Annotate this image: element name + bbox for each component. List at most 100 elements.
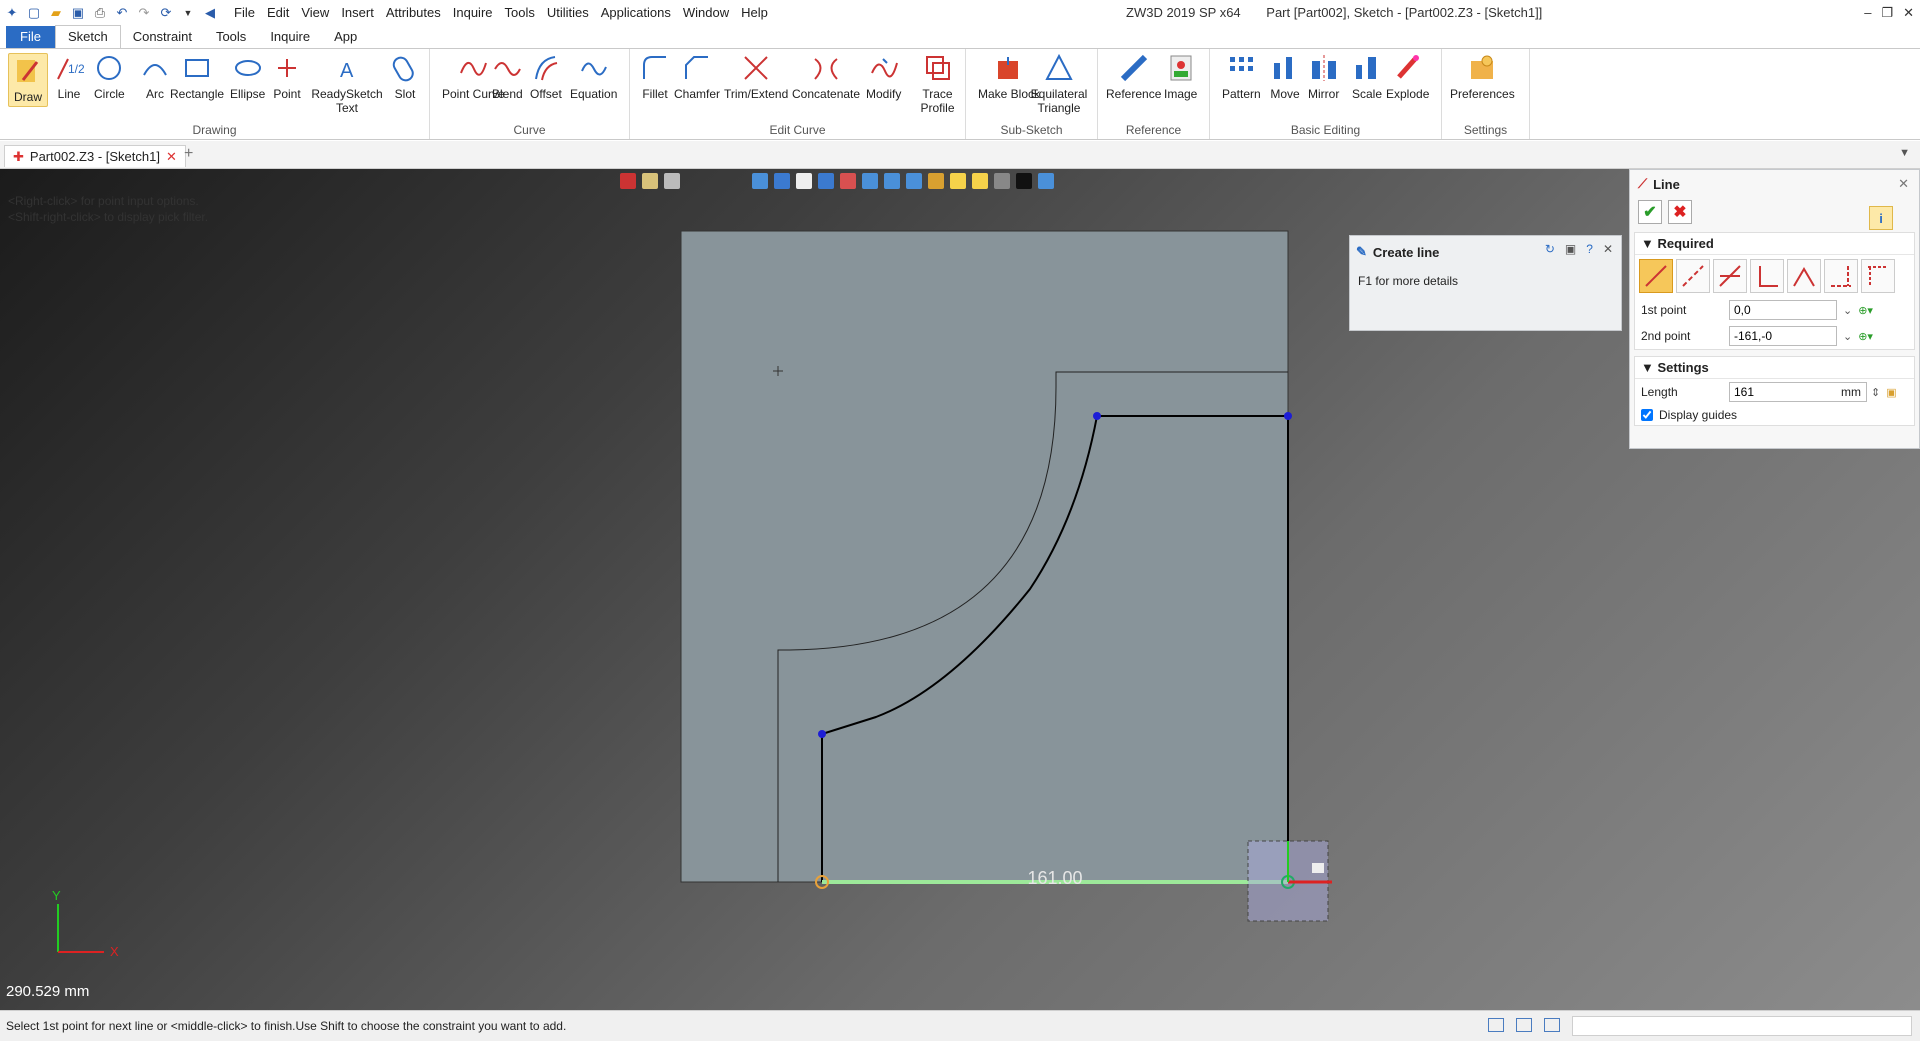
- angle-line-icon: [1719, 265, 1741, 287]
- redo-icon[interactable]: ↷: [136, 5, 152, 21]
- image-button[interactable]: Image: [1164, 53, 1197, 101]
- pin-panel-icon[interactable]: ▣: [1565, 242, 1576, 256]
- circle-button[interactable]: Circle: [94, 53, 125, 101]
- pattern-button[interactable]: Pattern: [1222, 53, 1261, 101]
- command-input[interactable]: [1572, 1016, 1912, 1036]
- reference-button[interactable]: Reference: [1106, 53, 1161, 101]
- tab-inquire[interactable]: Inquire: [258, 26, 322, 48]
- rectangle-button[interactable]: Rectangle: [170, 53, 224, 101]
- fillet-button[interactable]: Fillet: [640, 53, 670, 101]
- required-header[interactable]: ▼ Required: [1635, 233, 1914, 255]
- menu-help[interactable]: Help: [735, 1, 774, 25]
- draw-button[interactable]: Draw: [8, 53, 48, 107]
- menu-inquire[interactable]: Inquire: [447, 1, 499, 25]
- chamfer-button[interactable]: Chamfer: [674, 53, 720, 101]
- first-point-input[interactable]: [1729, 300, 1837, 320]
- move-button[interactable]: Move: [1270, 53, 1300, 101]
- mode-bisector[interactable]: [1787, 259, 1821, 293]
- mode-parallel[interactable]: [1676, 259, 1710, 293]
- mirror-button[interactable]: Mirror: [1308, 53, 1339, 101]
- dropdown-icon[interactable]: ▼: [180, 5, 196, 21]
- save-icon[interactable]: ▣: [70, 5, 86, 21]
- offset-button[interactable]: Offset: [530, 53, 562, 101]
- undo-icon[interactable]: ↶: [114, 5, 130, 21]
- mode-angle[interactable]: [1713, 259, 1747, 293]
- menu-applications[interactable]: Applications: [595, 1, 677, 25]
- tab-tools[interactable]: Tools: [204, 26, 258, 48]
- monitor-icon[interactable]: [1516, 1018, 1532, 1032]
- create-line-tip: ✎ Create line ↻ ▣ ? ✕ F1 for more detail…: [1349, 235, 1622, 331]
- tab-constraint[interactable]: Constraint: [121, 26, 204, 48]
- back-icon[interactable]: ◀: [202, 5, 218, 21]
- spinner-icon[interactable]: ⇕: [1871, 386, 1880, 399]
- scale-button[interactable]: Scale: [1352, 53, 1382, 101]
- menu-edit[interactable]: Edit: [261, 1, 295, 25]
- arc-icon: [143, 64, 167, 76]
- concatenate-button[interactable]: Concatenate: [792, 53, 860, 101]
- layout-icon[interactable]: [1488, 1018, 1504, 1032]
- cancel-button[interactable]: ✖: [1668, 200, 1692, 224]
- menu-attributes[interactable]: Attributes: [380, 1, 447, 25]
- menu-tools[interactable]: Tools: [499, 1, 541, 25]
- menu-view[interactable]: View: [295, 1, 335, 25]
- expand-icon[interactable]: ⌄: [1843, 330, 1852, 343]
- ellipse-button[interactable]: Ellipse: [230, 53, 265, 101]
- mode-vertical[interactable]: [1861, 259, 1895, 293]
- arc-button[interactable]: Arc: [140, 53, 170, 101]
- equation-button[interactable]: Equation: [570, 53, 617, 101]
- equilateral-triangle-button[interactable]: Equilateral Triangle: [1026, 53, 1092, 115]
- settings-header[interactable]: ▼ Settings: [1635, 357, 1914, 379]
- concatenate-icon: [814, 58, 838, 80]
- modify-button[interactable]: Modify: [866, 53, 901, 101]
- ok-button[interactable]: ✔: [1638, 200, 1662, 224]
- tab-file[interactable]: File: [6, 26, 55, 48]
- select-icon[interactable]: ⟳: [158, 5, 174, 21]
- minimize-icon[interactable]: –: [1864, 0, 1871, 26]
- vertex[interactable]: [1284, 412, 1292, 420]
- point-options-icon[interactable]: ⊕▾: [1858, 330, 1873, 343]
- line-button[interactable]: 1/2 Line: [54, 53, 84, 101]
- panel-close-icon[interactable]: ✕: [1898, 176, 1909, 192]
- display-guides-checkbox[interactable]: [1641, 409, 1653, 421]
- lock-icon[interactable]: ▣: [1886, 386, 1896, 399]
- tab-menu-icon[interactable]: ▼: [1899, 147, 1910, 159]
- trim-extend-button[interactable]: Trim/Extend: [724, 53, 788, 101]
- point-options-icon[interactable]: ⊕▾: [1858, 304, 1873, 317]
- blend-button[interactable]: Blend: [492, 53, 523, 101]
- expand-icon[interactable]: ⌄: [1843, 304, 1852, 317]
- mode-tangent[interactable]: [1824, 259, 1858, 293]
- vertex[interactable]: [1093, 412, 1101, 420]
- document-tab[interactable]: ✚ Part002.Z3 - [Sketch1] ✕: [4, 145, 186, 167]
- new-tab-icon[interactable]: +: [184, 145, 193, 163]
- trace-profile-button[interactable]: Trace Profile: [910, 53, 965, 115]
- help-icon[interactable]: ?: [1586, 242, 1593, 256]
- close-tip-icon[interactable]: ✕: [1603, 242, 1613, 256]
- tab-sketch[interactable]: Sketch: [54, 25, 121, 48]
- window-icon[interactable]: [1544, 1018, 1560, 1032]
- menu-window[interactable]: Window: [677, 1, 735, 25]
- menu-utilities[interactable]: Utilities: [541, 1, 595, 25]
- new-file-icon[interactable]: ▢: [26, 5, 42, 21]
- dimension-label[interactable]: 161.00: [1027, 868, 1082, 888]
- point-button[interactable]: Point: [272, 53, 302, 101]
- app-logo-icon[interactable]: ✦: [4, 5, 20, 21]
- close-icon[interactable]: ✕: [1903, 0, 1914, 26]
- explode-button[interactable]: Explode: [1386, 53, 1429, 101]
- mode-two-points[interactable]: [1639, 259, 1673, 293]
- tab-close-icon[interactable]: ✕: [166, 147, 177, 167]
- open-folder-icon[interactable]: ▰: [48, 5, 64, 21]
- slot-button[interactable]: Slot: [390, 53, 420, 101]
- menu-file[interactable]: File: [228, 1, 261, 25]
- print-icon[interactable]: ⎙: [92, 5, 108, 21]
- restore-icon[interactable]: ❐: [1881, 0, 1893, 26]
- tab-app[interactable]: App: [322, 26, 369, 48]
- readysketch-text-button[interactable]: A ReadySketch Text: [311, 53, 382, 115]
- vertex[interactable]: [818, 730, 826, 738]
- refresh-icon[interactable]: ↻: [1545, 242, 1555, 256]
- second-point-input[interactable]: [1729, 326, 1837, 346]
- menu-insert[interactable]: Insert: [335, 1, 380, 25]
- info-button[interactable]: i: [1869, 206, 1893, 230]
- mode-perpendicular[interactable]: [1750, 259, 1784, 293]
- rectangle-icon: [185, 59, 210, 77]
- preferences-button[interactable]: Preferences: [1450, 53, 1515, 101]
